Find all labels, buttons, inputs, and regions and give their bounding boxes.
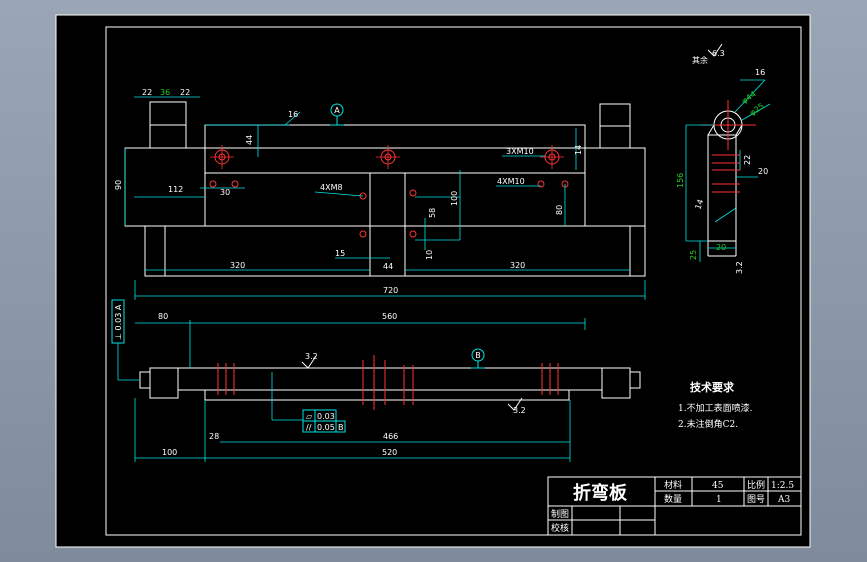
dim-520: 520 — [382, 448, 397, 457]
dwg-label: 图号 — [747, 494, 765, 505]
tol-par-value: 0.05 — [317, 423, 335, 432]
dim-22b: 22 — [180, 88, 190, 97]
qty-label: 数量 — [664, 493, 682, 505]
tol-flat-value: 0.03 — [317, 412, 335, 421]
drawn-label: 制图 — [551, 508, 569, 520]
dim-112: 112 — [168, 185, 183, 194]
material-value: 45 — [712, 481, 724, 491]
material-label: 材料 — [664, 479, 682, 491]
dim-36: 36 — [160, 88, 170, 97]
qty-value: 1 — [716, 495, 722, 505]
dim-14: 14 — [574, 145, 583, 155]
check-label: 校核 — [551, 522, 569, 534]
dim-22a: 22 — [142, 88, 152, 97]
dim-side-20a: 20 — [758, 167, 768, 176]
dim-466: 466 — [383, 432, 398, 441]
dim-320a: 320 — [230, 261, 245, 270]
cad-drawing: A 22 36 22 16 44 3XM10 14 90 112 30 4XM8… — [55, 14, 811, 548]
notes-line-1: 1.不加工表面喷漆. — [678, 402, 753, 414]
dim-720: 720 — [383, 286, 398, 295]
dim-156: 156 — [676, 173, 685, 188]
notes-title: 技术要求 — [690, 380, 735, 394]
dim-16: 16 — [288, 110, 298, 119]
tol-perp-frame: ⊥ 0.03 A — [111, 299, 125, 344]
dim-15: 15 — [335, 249, 345, 258]
dim-side-20b: 20 — [716, 243, 726, 252]
dim-10: 10 — [425, 250, 434, 260]
dim-4xm10: 4XM10 — [497, 177, 525, 186]
tol-flat-symbol: ▱ — [306, 412, 313, 421]
label-rest: 其余 — [692, 55, 708, 65]
dim-560: 560 — [382, 312, 397, 321]
dim-80: 80 — [555, 205, 564, 215]
dim-top-32b: 3.2 — [513, 406, 526, 415]
dim-side-16: 16 — [755, 68, 765, 77]
dim-44b: 44 — [383, 262, 393, 271]
dim-30: 30 — [220, 188, 230, 197]
dim-58: 58 — [428, 208, 437, 218]
dim-320b: 320 — [510, 261, 525, 270]
part-name: 折弯板 — [573, 482, 628, 504]
datum-b-label: B — [475, 351, 481, 360]
dim-100: 100 — [450, 191, 459, 206]
dim-side-32: 3.2 — [735, 261, 744, 274]
tol-par-symbol: // — [306, 423, 312, 432]
ratio-label: 比例 — [747, 479, 765, 491]
dim-side-22: 22 — [743, 155, 752, 165]
dim-28: 28 — [209, 432, 219, 441]
dim-4xm8: 4XM8 — [320, 183, 343, 192]
tol-perp-text: ⊥ 0.03 A — [114, 304, 123, 340]
dim-top-80: 80 — [158, 312, 168, 321]
datum-a-label: A — [334, 106, 340, 115]
dim-90: 90 — [114, 180, 123, 190]
ratio-value: 1:2.5 — [771, 481, 794, 491]
dim-44: 44 — [245, 135, 254, 145]
dim-3xm10: 3XM10 — [506, 147, 534, 156]
notes-line-2: 2.未注倒角C2. — [678, 418, 738, 430]
tol-par-ref: B — [338, 423, 344, 432]
dwg-value: A3 — [777, 495, 790, 505]
dim-side-25b: 25 — [689, 250, 698, 260]
dim-top-100: 100 — [162, 448, 177, 457]
